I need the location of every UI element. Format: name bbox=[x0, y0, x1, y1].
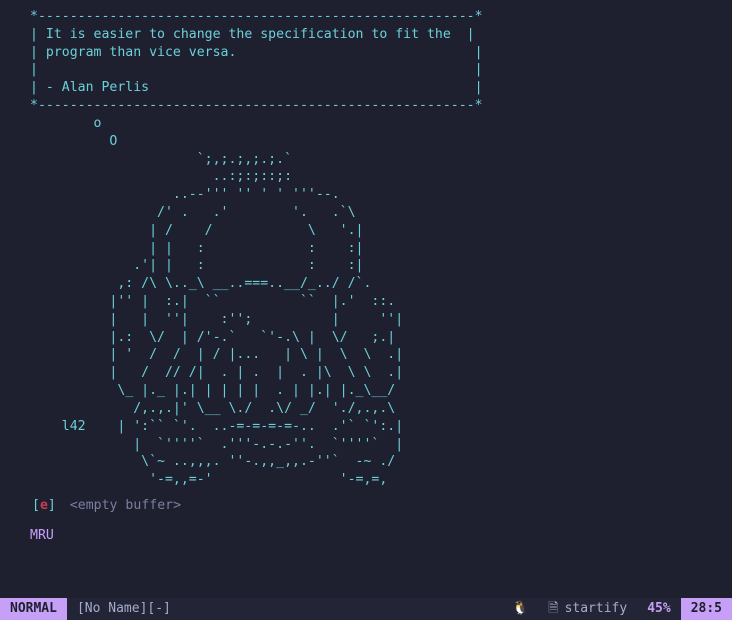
entry-label: <empty buffer> bbox=[70, 497, 181, 515]
position-segment: 28:5 bbox=[681, 598, 732, 620]
statusline-spacer bbox=[181, 598, 502, 620]
fortune-blank: | | bbox=[30, 62, 483, 77]
section-header-mru: MRU bbox=[0, 527, 732, 545]
linux-icon: 🐧 bbox=[512, 600, 528, 618]
ascii-art: o O `;,;.;,;.;.` ..:;:;::;: ..--''' '' '… bbox=[0, 115, 732, 489]
statusline: NORMAL [No Name][-] 🐧 🗎 startify 45% 28:… bbox=[0, 598, 732, 620]
fortune-border-bottom: *---------------------------------------… bbox=[30, 98, 483, 113]
fortune-attribution: | - Alan Perlis | bbox=[30, 80, 483, 95]
terminal-screen: *---------------------------------------… bbox=[0, 0, 732, 620]
percent-segment: 45% bbox=[637, 598, 680, 620]
document-icon: 🗎 bbox=[548, 600, 558, 618]
filetype-label: startify bbox=[565, 600, 628, 618]
filetype-segment: 🗎 startify bbox=[538, 598, 637, 620]
file-segment: [No Name][-] bbox=[67, 598, 181, 620]
entry-key: e bbox=[40, 498, 48, 513]
mode-indicator: NORMAL bbox=[0, 598, 67, 620]
bracket-open: [ bbox=[32, 498, 40, 513]
fortune-box: *---------------------------------------… bbox=[0, 8, 732, 115]
os-icon-segment: 🐧 bbox=[502, 598, 538, 620]
startify-entry[interactable]: [e] <empty buffer> bbox=[0, 497, 732, 515]
fortune-border-top: *---------------------------------------… bbox=[30, 9, 483, 24]
fortune-line-2: | program than vice versa. | bbox=[30, 45, 483, 60]
fortune-line-1: | It is easier to change the specificati… bbox=[30, 27, 475, 42]
entry-key-bracket: [e] bbox=[32, 497, 56, 515]
bracket-close: ] bbox=[48, 498, 56, 513]
